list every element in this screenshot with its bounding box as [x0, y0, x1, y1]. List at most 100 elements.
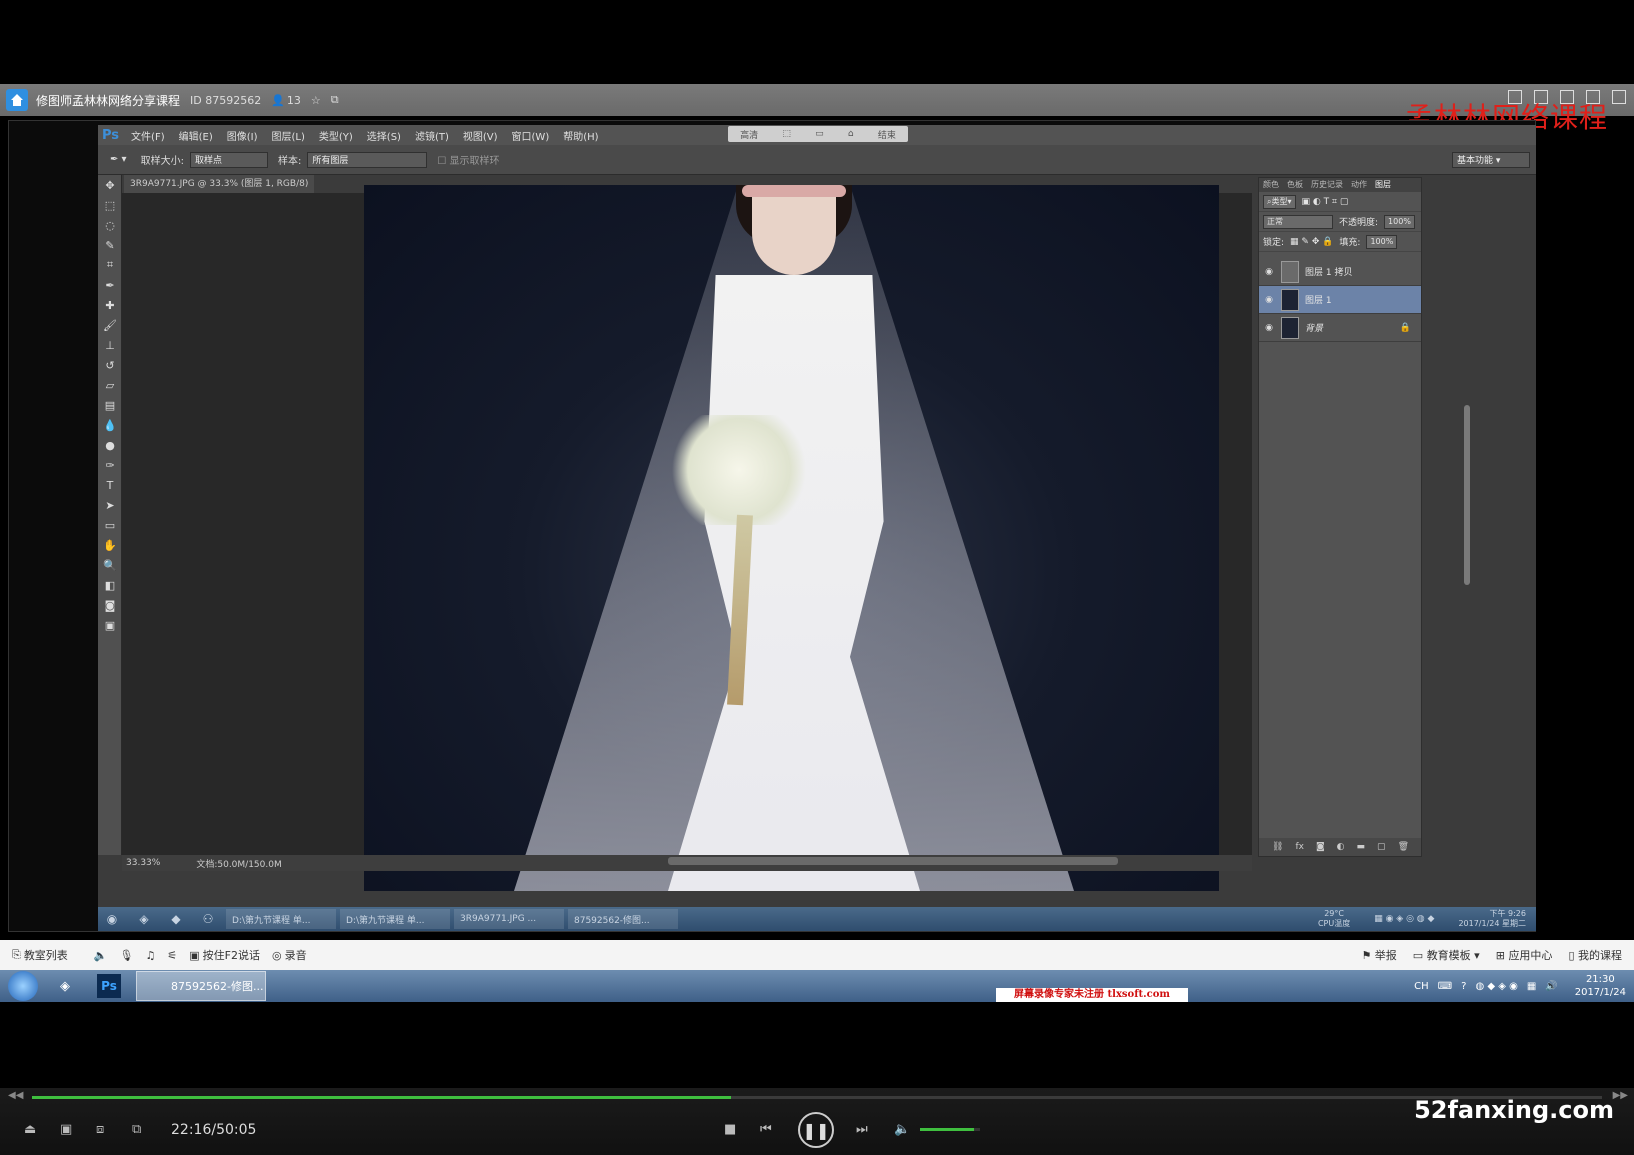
tab-swatches[interactable]: 色板	[1287, 178, 1303, 192]
workspace-select[interactable]: 基本功能 ▾	[1452, 152, 1530, 168]
horizontal-scrollbar[interactable]	[668, 857, 1118, 865]
bride-photo[interactable]	[364, 185, 1219, 891]
blend-mode-select[interactable]: 正常	[1263, 214, 1333, 229]
screen-icon[interactable]: ⧈	[96, 1122, 104, 1137]
taskbar-item[interactable]: 3R9A9771.JPG ...	[454, 909, 564, 929]
crop-tool-icon[interactable]: ⌗	[98, 255, 122, 275]
new-group-icon[interactable]: ▬	[1357, 842, 1366, 852]
previous-icon[interactable]: ⏮	[760, 1122, 772, 1137]
my-courses-button[interactable]: ▯ 我的课程	[1568, 947, 1622, 963]
sample-select[interactable]: 所有图层	[307, 151, 428, 168]
app-icon[interactable]: ◈	[130, 909, 158, 929]
adjustment-layer-icon[interactable]: ◐	[1337, 842, 1345, 852]
taskbar-item[interactable]: D:\第九节课程 单...	[340, 909, 450, 929]
eyedropper-tool-icon[interactable]: ✒ ▾	[110, 154, 127, 165]
seek-back-icon[interactable]: ◀◀	[8, 1090, 23, 1101]
menu-layer[interactable]: 图层(L)	[272, 128, 305, 143]
system-clock[interactable]: 21:30 2017/1/24	[1575, 973, 1626, 999]
tab-actions[interactable]: 动作	[1351, 178, 1367, 192]
next-icon[interactable]: ⏭	[856, 1122, 868, 1137]
opacity-field[interactable]: 100%	[1384, 214, 1415, 229]
active-app-button[interactable]: 87592562-修图...	[136, 971, 266, 1001]
visibility-eye-icon[interactable]: ◉	[1263, 295, 1275, 305]
show-ring-checkbox[interactable]: ☐ 显示取样环	[437, 152, 499, 167]
shape-tool-icon[interactable]: ▭	[98, 515, 122, 535]
tray-icons[interactable]: ◍ ◆ ◈ ◉	[1475, 981, 1517, 992]
home-share-icon[interactable]: ⌂	[848, 129, 854, 139]
document-tab[interactable]: 3R9A9771.JPG @ 33.3% (图层 1, RGB/8) * ×	[124, 175, 314, 207]
delete-layer-icon[interactable]: 🗑	[1398, 842, 1409, 852]
dodge-tool-icon[interactable]: ●	[98, 435, 122, 455]
photoshop-taskbar-icon[interactable]: Ps	[92, 972, 126, 1000]
taskbar-item[interactable]: 87592562-修图...	[568, 909, 678, 929]
record-button[interactable]: ◎ 录音	[272, 947, 307, 963]
marquee-tool-icon[interactable]: ⬚	[98, 195, 122, 215]
menu-filter[interactable]: 滤镜(T)	[415, 128, 449, 143]
share-icon[interactable]: ⧉	[331, 93, 339, 107]
history-brush-icon[interactable]: ↺	[98, 355, 122, 375]
eject-icon[interactable]: ⏏	[24, 1122, 36, 1137]
seek-bar[interactable]	[32, 1096, 1602, 1099]
help-icon[interactable]: ?	[1461, 981, 1466, 992]
vertical-scrollbar[interactable]	[1464, 405, 1470, 585]
menu-window[interactable]: 窗口(W)	[512, 128, 550, 143]
move-tool-icon[interactable]: ✥	[98, 175, 122, 195]
lasso-tool-icon[interactable]: ◌	[98, 215, 122, 235]
app-icon[interactable]: ⚇	[194, 909, 222, 929]
app-center-button[interactable]: ⊞ 应用中心	[1496, 947, 1553, 963]
gradient-tool-icon[interactable]: ▤	[98, 395, 122, 415]
menu-image[interactable]: 图像(I)	[227, 128, 258, 143]
playlist-icon[interactable]: ▣	[60, 1122, 72, 1137]
quick-mask-icon[interactable]: ◙	[98, 595, 122, 615]
subtitle-icon[interactable]: ⧉	[132, 1122, 141, 1137]
add-mask-icon[interactable]: ◙	[1316, 842, 1325, 852]
blur-tool-icon[interactable]: 💧	[98, 415, 122, 435]
taskbar-item[interactable]: D:\第九节课程 单...	[226, 909, 336, 929]
start-button-icon[interactable]	[8, 971, 38, 1001]
visibility-eye-icon[interactable]: ◉	[1263, 267, 1275, 277]
filter-icons[interactable]: ▣ ◐ T ⌗ ▢	[1302, 197, 1349, 207]
quick-select-tool-icon[interactable]: ✎	[98, 235, 122, 255]
menu-type[interactable]: 类型(Y)	[319, 128, 353, 143]
start-orb-icon[interactable]: ◉	[98, 909, 126, 929]
menu-select[interactable]: 选择(S)	[367, 128, 401, 143]
path-select-icon[interactable]: ➤	[98, 495, 122, 515]
seek-forward-icon[interactable]: ▶▶	[1613, 1090, 1628, 1101]
mic-icon[interactable]: 🎙	[120, 949, 134, 962]
fill-field[interactable]: 100%	[1366, 234, 1398, 249]
menu-help[interactable]: 帮助(H)	[563, 128, 598, 143]
link-layers-icon[interactable]: ⛓	[1272, 842, 1283, 852]
f2-talk-button[interactable]: ▣ 按住F2说话	[189, 947, 260, 963]
keyboard-icon[interactable]: ⌨	[1438, 981, 1452, 992]
type-tool-icon[interactable]: T	[98, 475, 122, 495]
edu-template-button[interactable]: ▭ 教育模板 ▾	[1413, 947, 1480, 963]
color-swatches-icon[interactable]: ◧	[98, 575, 122, 595]
stop-icon[interactable]: ■	[724, 1122, 736, 1137]
mute-icon[interactable]: 🔈	[894, 1122, 910, 1137]
zoom-level[interactable]: 33.33%	[126, 858, 160, 868]
favorite-star-icon[interactable]: ☆	[311, 94, 321, 107]
volume-icon[interactable]: 🔊	[1545, 981, 1557, 992]
tab-history[interactable]: 历史记录	[1311, 178, 1343, 192]
hd-button[interactable]: 高清	[740, 128, 758, 141]
menu-view[interactable]: 视图(V)	[463, 128, 498, 143]
menu-edit[interactable]: 编辑(E)	[179, 128, 213, 143]
app-icon[interactable]: ◆	[162, 909, 190, 929]
speaker-icon[interactable]: 🔈	[94, 949, 108, 962]
brush-tool-icon[interactable]: 🖌	[98, 315, 122, 335]
eraser-tool-icon[interactable]: ▱	[98, 375, 122, 395]
power-icon[interactable]	[1612, 90, 1626, 104]
layer-row[interactable]: ◉ 背景 🔒	[1259, 314, 1421, 342]
menu-file[interactable]: 文件(F)	[131, 128, 165, 143]
eyedropper-icon[interactable]: ✒	[98, 275, 122, 295]
app-launcher-icon[interactable]: ◈	[48, 972, 82, 1000]
tray-icons[interactable]: ▦ ◉ ◈ ◎ ◍ ◆	[1374, 914, 1434, 924]
new-layer-icon[interactable]: ▢	[1377, 842, 1386, 852]
layer-filter-select[interactable]: ⌕ 类型 ▾	[1263, 194, 1296, 209]
visibility-eye-icon[interactable]: ◉	[1263, 323, 1275, 333]
volume-slider[interactable]	[920, 1128, 980, 1131]
report-button[interactable]: ⚑ 举报	[1361, 947, 1396, 963]
zoom-tool-icon[interactable]: 🔍	[98, 555, 122, 575]
window-icon[interactable]: ▭	[815, 129, 824, 139]
tab-color[interactable]: 颜色	[1263, 178, 1279, 192]
